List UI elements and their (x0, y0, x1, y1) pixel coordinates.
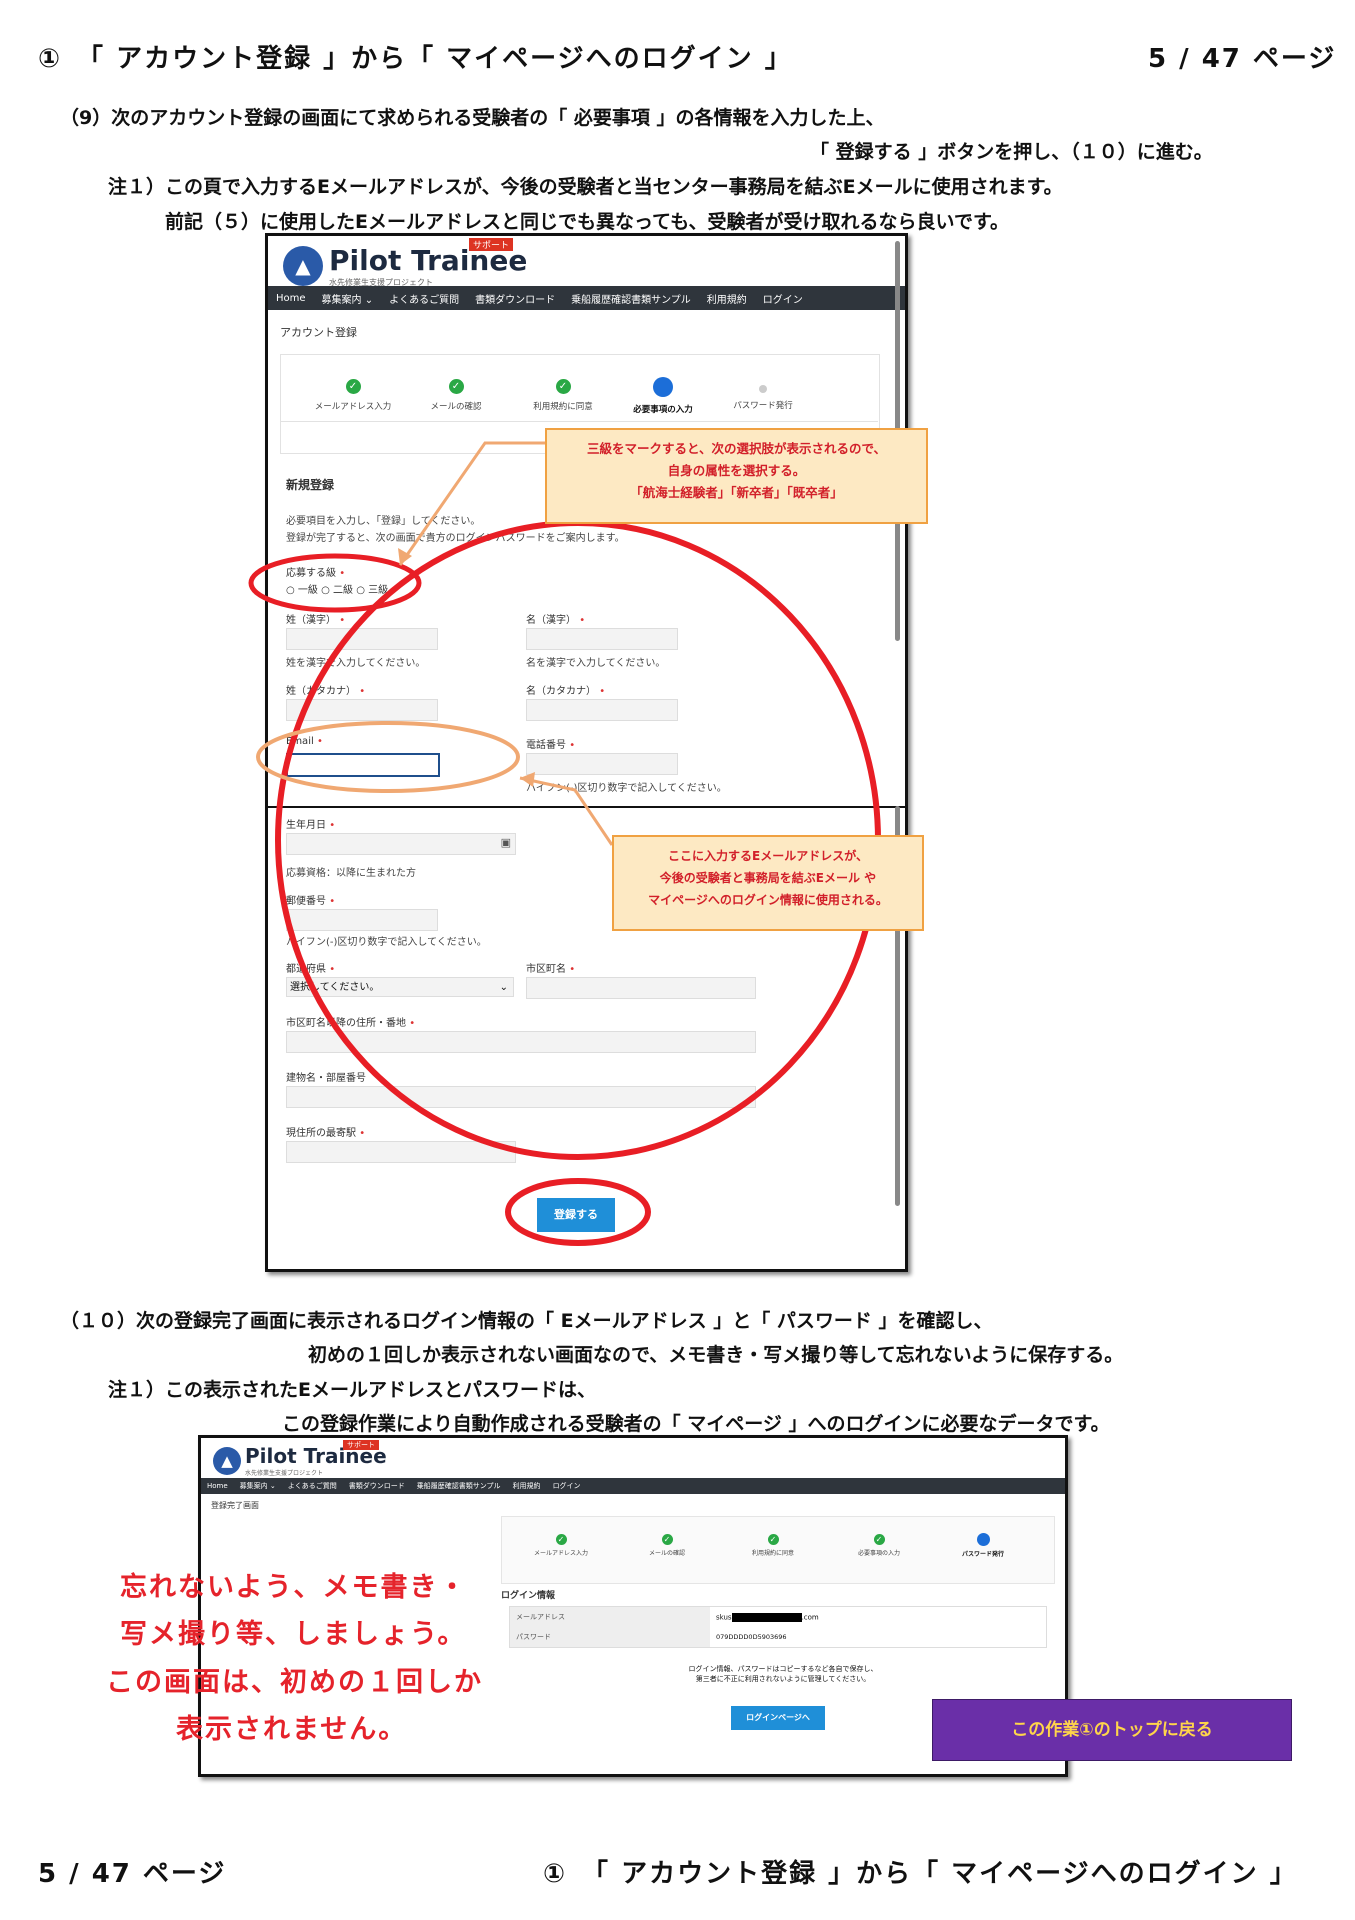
login-page-button[interactable]: ログインページへ (731, 1706, 825, 1730)
logo-tag: サポート (343, 1440, 379, 1450)
arrow-head (520, 772, 535, 787)
callout-email: ここに入力するEメールアドレスが、 今後の受験者と事務局を結ぶEメール やマイペー… (612, 835, 924, 931)
red-circle-grade (248, 553, 422, 613)
nav-recruit[interactable]: 募集案内 ⌄ (240, 1481, 276, 1491)
logo-subtitle: 水先修業生支援プロジェクト (245, 1470, 324, 1477)
site-nav: Home 募集案内 ⌄ よくあるご質問 書類ダウンロード 乗船履歴確認書類サンプ… (201, 1478, 1065, 1494)
step10-line2: 初めの１回しか表示されない画面なので、メモ書き・写メ撮り等して忘れないように保存… (308, 1344, 1124, 1366)
arrow-grade (398, 441, 545, 566)
step10-note2: この登録作業により自動作成される受験者の「 マイページ 」へのログインに必要なデ… (282, 1413, 1110, 1435)
step10-line1: （１０）次の登録完了画面に表示されるログイン情報の「 Eメールアドレス 」と「 … (60, 1310, 993, 1332)
nav-home[interactable]: Home (207, 1482, 228, 1490)
footer-title: ① 「 アカウント登録 」から「 マイページへのログイン 」 (543, 1859, 1298, 1889)
step-2: ✓ メールの確認 (648, 1534, 685, 1557)
email-value[interactable]: skus .com (716, 1613, 819, 1622)
arrow-email (519, 776, 614, 846)
password-value[interactable]: 079DDDD0D5903696 (716, 1633, 787, 1641)
check-icon: ✓ (661, 1534, 673, 1545)
red-circle-register (505, 1178, 651, 1246)
nav-login[interactable]: ログイン (553, 1481, 581, 1491)
back-to-top-button[interactable]: この作業①のトップに戻る (932, 1699, 1292, 1761)
memo-line3: この画面は、初めの１回しか (106, 1667, 483, 1698)
email-label: メールアドレス (510, 1607, 710, 1627)
rocket-icon: ▲ (213, 1446, 241, 1475)
nav-download[interactable]: 書類ダウンロード (349, 1481, 405, 1491)
orange-circle-email (256, 721, 520, 793)
nav-terms[interactable]: 利用規約 (513, 1481, 541, 1491)
nav-faq[interactable]: よくあるご質問 (288, 1481, 337, 1491)
password-label: パスワード (510, 1627, 710, 1647)
site-logo: ▲ Pilot Trainee 水先修業生支援プロジェクト サポート (213, 1440, 387, 1477)
step-3: ✓ 利用規約に同意 (751, 1534, 794, 1557)
check-icon: ✓ (555, 1534, 567, 1545)
memo-line2: 写メ撮り等、しましょう。 (120, 1619, 467, 1650)
login-note: ログイン情報、パスワードはコピーするなど各自で保存し、 第三者に不正に利用されない… (688, 1665, 878, 1683)
check-icon: ✓ (767, 1534, 779, 1545)
current-step-icon (976, 1533, 990, 1546)
footer-page-number: 5 / 47 ページ (38, 1859, 227, 1889)
memo-line4: 表示されません。 (176, 1714, 408, 1745)
check-icon: ✓ (873, 1534, 885, 1545)
nav-sample[interactable]: 乗船履歴確認書類サンプル (417, 1481, 501, 1491)
step10-note1: 注１）この表示されたEメールアドレスとパスワードは、 (108, 1379, 596, 1401)
login-info-table: メールアドレス パスワード skus .com 079DDDD0D5903696 (509, 1606, 1047, 1648)
callout-grade: 三級をマークすると、次の選択肢が表示されるので、 自身の属性を選択する。 「航海士経… (545, 428, 928, 524)
step-1: ✓ メールアドレス入力 (533, 1534, 588, 1557)
step-5-current: パスワード発行 (923, 1533, 1043, 1558)
memo-line1: 忘れないよう、メモ書き・ (120, 1572, 468, 1603)
redaction-bar (731, 1613, 802, 1622)
step-4: ✓ 必要事項の入力 (857, 1534, 900, 1557)
login-info-title: ログイン情報 (501, 1591, 556, 1601)
complete-page-title: 登録完了画面 (211, 1501, 259, 1510)
